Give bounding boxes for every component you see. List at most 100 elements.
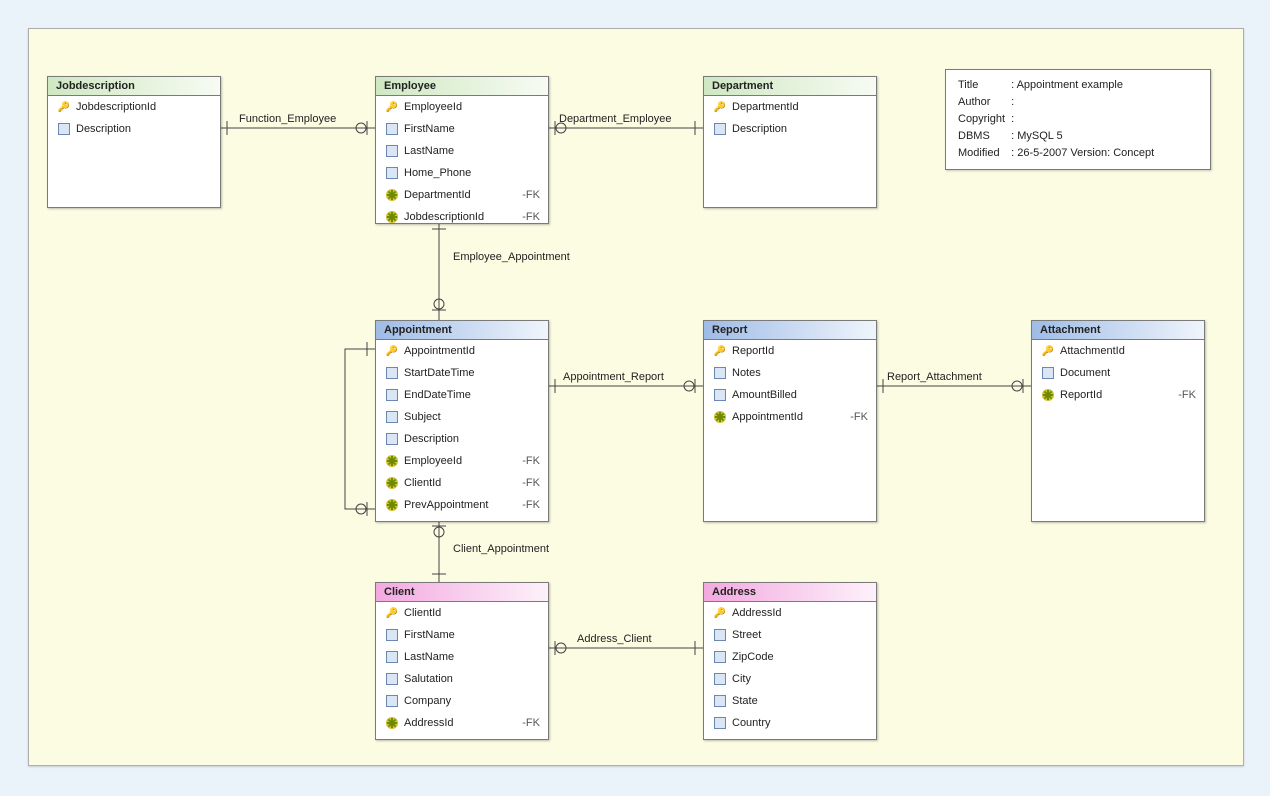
- entity-attachment[interactable]: AttachmentAttachmentId Document ReportId-F…: [1031, 320, 1205, 522]
- entity-field[interactable]: City: [704, 668, 876, 690]
- entity-header[interactable]: Jobdescription: [48, 77, 220, 96]
- entity-appointment[interactable]: Appointment AppointmentId StartDateTime End…: [375, 320, 549, 522]
- column-icon: [384, 433, 400, 445]
- entity-field[interactable]: DepartmentId: [704, 96, 876, 118]
- entity-field[interactable]: FirstName: [376, 624, 548, 646]
- key-icon: [384, 608, 400, 619]
- entity-header[interactable]: Report: [704, 321, 876, 340]
- field-name: AppointmentId: [400, 345, 540, 357]
- entity-field[interactable]: AppointmentId: [376, 340, 548, 362]
- entity-field[interactable]: JobdescriptionId: [48, 96, 220, 118]
- column-icon: [712, 651, 728, 663]
- entity-field[interactable]: Street: [704, 624, 876, 646]
- entity-field[interactable]: FirstName: [376, 118, 548, 140]
- entity-header[interactable]: Client: [376, 583, 548, 602]
- entity-field[interactable]: JobdescriptionId-FK: [376, 206, 548, 228]
- entity-field[interactable]: EmployeeId-FK: [376, 450, 548, 472]
- fk-icon: [384, 717, 400, 729]
- entity-field[interactable]: AddressId: [704, 602, 876, 624]
- entity-client[interactable]: ClientClientIdFirstName LastName Salutatio…: [375, 582, 549, 740]
- fk-icon: [1040, 389, 1056, 401]
- entity-address[interactable]: AddressAddressId Street ZipCodeCityStateCo…: [703, 582, 877, 740]
- field-name: ReportId: [1056, 389, 1172, 401]
- column-icon: [384, 367, 400, 379]
- field-suffix: -FK: [516, 189, 540, 201]
- rel-appointment-report: Appointment_Report: [563, 371, 664, 383]
- field-name: AddressId: [400, 717, 516, 729]
- entity-jobdescription[interactable]: JobdescriptionJobdescriptionId Descriptio…: [47, 76, 221, 208]
- rel-employee-appointment: Employee_Appointment: [453, 251, 570, 263]
- field-name: Document: [1056, 367, 1196, 379]
- entity-field[interactable]: AmountBilled: [704, 384, 876, 406]
- entity-field[interactable]: ReportId-FK: [1032, 384, 1204, 406]
- column-icon: [712, 695, 728, 707]
- entity-header[interactable]: Appointment: [376, 321, 548, 340]
- entity-field[interactable]: Description: [704, 118, 876, 140]
- info-modified-label: Modified: [958, 146, 1009, 161]
- entity-department[interactable]: Department DepartmentId Description: [703, 76, 877, 208]
- field-name: DepartmentId: [400, 189, 516, 201]
- entity-field[interactable]: DepartmentId-FK: [376, 184, 548, 206]
- entity-employee[interactable]: EmployeeEmployeeId FirstName LastNameHome_…: [375, 76, 549, 224]
- field-suffix: -FK: [516, 477, 540, 489]
- field-name: PrevAppointment: [400, 499, 516, 511]
- entity-header[interactable]: Attachment: [1032, 321, 1204, 340]
- column-icon: [56, 123, 72, 135]
- entity-field[interactable]: ClientId: [376, 602, 548, 624]
- field-name: ClientId: [400, 477, 516, 489]
- column-icon: [712, 629, 728, 641]
- rel-report-attachment: Report_Attachment: [887, 371, 982, 383]
- entity-field[interactable]: LastName: [376, 646, 548, 668]
- rel-client-appointment: Client_Appointment: [453, 543, 549, 555]
- field-name: LastName: [400, 651, 540, 663]
- entity-header[interactable]: Employee: [376, 77, 548, 96]
- entity-field[interactable]: Document: [1032, 362, 1204, 384]
- diagram-canvas: Function_Employee Department_Employee Em…: [0, 0, 1270, 796]
- field-name: Salutation: [400, 673, 540, 685]
- entity-field[interactable]: EmployeeId: [376, 96, 548, 118]
- entity-field[interactable]: ReportId: [704, 340, 876, 362]
- field-name: Subject: [400, 411, 540, 423]
- entity-field[interactable]: AppointmentId-FK: [704, 406, 876, 428]
- fk-icon: [384, 499, 400, 511]
- entity-field[interactable]: Notes: [704, 362, 876, 384]
- entity-field[interactable]: Country: [704, 712, 876, 734]
- entity-field[interactable]: AttachmentId: [1032, 340, 1204, 362]
- fk-icon: [384, 477, 400, 489]
- field-suffix: -FK: [844, 411, 868, 423]
- entity-field[interactable]: ClientId-FK: [376, 472, 548, 494]
- entity-field[interactable]: Home_Phone: [376, 162, 548, 184]
- entity-field[interactable]: Subject: [376, 406, 548, 428]
- field-name: Description: [72, 123, 212, 135]
- column-icon: [384, 123, 400, 135]
- column-icon: [384, 411, 400, 423]
- entity-field[interactable]: ZipCode: [704, 646, 876, 668]
- entity-field[interactable]: State: [704, 690, 876, 712]
- entity-field[interactable]: AddressId-FK: [376, 712, 548, 734]
- column-icon: [384, 167, 400, 179]
- entity-field[interactable]: Salutation: [376, 668, 548, 690]
- info-modified-value: 26-5-2007 Version: Concept: [1017, 147, 1154, 159]
- entity-field[interactable]: StartDateTime: [376, 362, 548, 384]
- column-icon: [384, 145, 400, 157]
- field-name: DepartmentId: [728, 101, 868, 113]
- entity-field[interactable]: Company: [376, 690, 548, 712]
- field-name: FirstName: [400, 123, 540, 135]
- entity-field[interactable]: LastName: [376, 140, 548, 162]
- field-suffix: -FK: [1172, 389, 1196, 401]
- entity-header[interactable]: Department: [704, 77, 876, 96]
- entity-report[interactable]: Report ReportId NotesAmountBilledAppointme…: [703, 320, 877, 522]
- fk-icon: [384, 455, 400, 467]
- entity-header[interactable]: Address: [704, 583, 876, 602]
- field-name: ReportId: [728, 345, 868, 357]
- field-name: Street: [728, 629, 868, 641]
- entity-field[interactable]: EndDateTime: [376, 384, 548, 406]
- fk-icon: [712, 411, 728, 423]
- info-title-value: Appointment example: [1017, 79, 1123, 91]
- column-icon: [384, 651, 400, 663]
- column-icon: [712, 673, 728, 685]
- entity-field[interactable]: PrevAppointment-FK: [376, 494, 548, 516]
- entity-field[interactable]: Description: [48, 118, 220, 140]
- entity-field[interactable]: Description: [376, 428, 548, 450]
- field-name: EndDateTime: [400, 389, 540, 401]
